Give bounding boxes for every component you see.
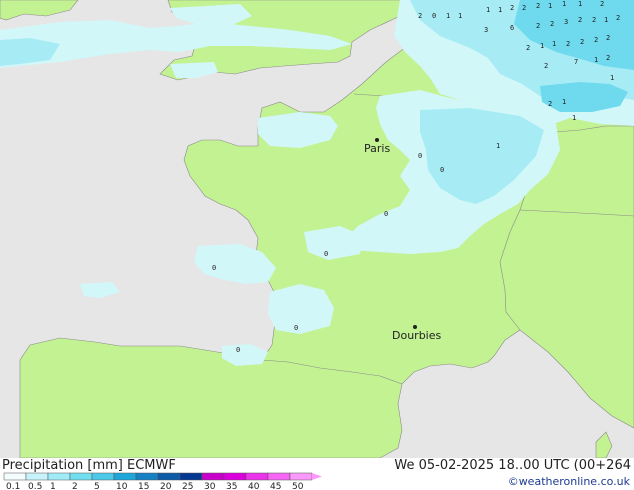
svg-text:6: 6 [510,24,514,32]
svg-text:2: 2 [600,0,604,8]
svg-text:1: 1 [540,42,544,50]
legend-color-box [47,472,71,481]
svg-text:2: 2 [510,4,514,12]
svg-text:1: 1 [594,56,598,64]
svg-text:7: 7 [574,58,578,66]
svg-text:2: 2 [606,54,610,62]
legend-tick-label: 20 [160,482,172,490]
legend-tick-label: 1 [50,482,56,490]
legend-tick-label: 25 [182,482,193,490]
svg-text:0: 0 [212,264,216,272]
legend-color-box [245,472,269,481]
legend-tick-label: 50 [292,482,304,490]
svg-text:2: 2 [536,2,540,10]
forecast-run-time: We 05-02-2025 18..00 UTC (00+264 [394,458,631,473]
svg-text:1: 1 [458,12,462,20]
legend-tick-label: 45 [270,482,281,490]
credit-link[interactable]: ©weatheronline.co.uk [508,475,630,488]
legend-color-box [113,472,137,481]
svg-text:3: 3 [564,18,568,26]
svg-text:1: 1 [498,6,502,14]
svg-text:2: 2 [536,22,540,30]
svg-text:1: 1 [486,6,490,14]
legend-color-box [25,472,49,481]
svg-text:1: 1 [562,98,566,106]
legend-color-box [157,472,181,481]
svg-text:2: 2 [566,40,570,48]
legend-color-box [289,472,313,481]
svg-text:0: 0 [324,250,328,258]
svg-text:1: 1 [578,0,582,8]
precipitation-legend: 0.1 0.5 1 2 5 10 15 20 25 30 35 40 45 50 [3,472,322,490]
map-title: Precipitation [mm] ECMWF [2,458,176,473]
svg-text:2: 2 [594,36,598,44]
legend-tick-label: 5 [94,482,100,490]
legend-tick-label: 10 [116,482,128,490]
svg-text:2: 2 [606,34,610,42]
precipitation-map: 2 0 1 1 1 1 2 2 2 1 1 1 2 3 6 2 2 3 2 2 … [0,0,634,458]
svg-text:0: 0 [294,324,298,332]
svg-text:2: 2 [548,100,552,108]
legend-color-box [3,472,27,481]
svg-text:2: 2 [418,12,422,20]
legend-color-box [69,472,93,481]
svg-text:1: 1 [446,12,450,20]
svg-text:1: 1 [562,0,566,8]
svg-text:2: 2 [544,62,548,70]
legend-arrow [312,473,322,480]
svg-text:2: 2 [578,16,582,24]
legend-color-box [201,472,225,481]
svg-text:1: 1 [552,40,556,48]
svg-text:2: 2 [550,20,554,28]
svg-text:0: 0 [432,12,436,20]
svg-text:2: 2 [592,16,596,24]
legend-color-box [223,472,247,481]
svg-text:0: 0 [440,166,444,174]
legend-tick-label: 0.1 [6,482,20,490]
svg-text:1: 1 [604,16,608,24]
legend-tick-label: 15 [138,482,149,490]
legend-color-box [179,472,203,481]
legend-tick-label: 0.5 [28,482,42,490]
svg-text:0: 0 [236,346,240,354]
svg-text:2: 2 [526,44,530,52]
legend-tick-label: 35 [226,482,237,490]
legend-color-box [267,472,291,481]
svg-text:1: 1 [496,142,500,150]
legend-color-box [91,472,115,481]
legend-tick-label: 40 [248,482,260,490]
svg-text:2: 2 [522,4,526,12]
legend-tick-label: 30 [204,482,216,490]
legend-color-box [135,472,159,481]
map-footer: Precipitation [mm] ECMWF We 05-02-2025 1… [0,458,634,490]
svg-text:2: 2 [616,14,620,22]
svg-text:1: 1 [548,2,552,10]
svg-text:2: 2 [580,38,584,46]
svg-text:0: 0 [418,152,422,160]
svg-text:3: 3 [484,26,488,34]
svg-text:1: 1 [572,114,576,122]
svg-text:0: 0 [384,210,388,218]
city-label-paris: Paris [364,142,390,155]
city-label-dourbies: Dourbies [392,329,442,342]
legend-tick-label: 2 [72,482,78,490]
svg-text:1: 1 [610,74,614,82]
